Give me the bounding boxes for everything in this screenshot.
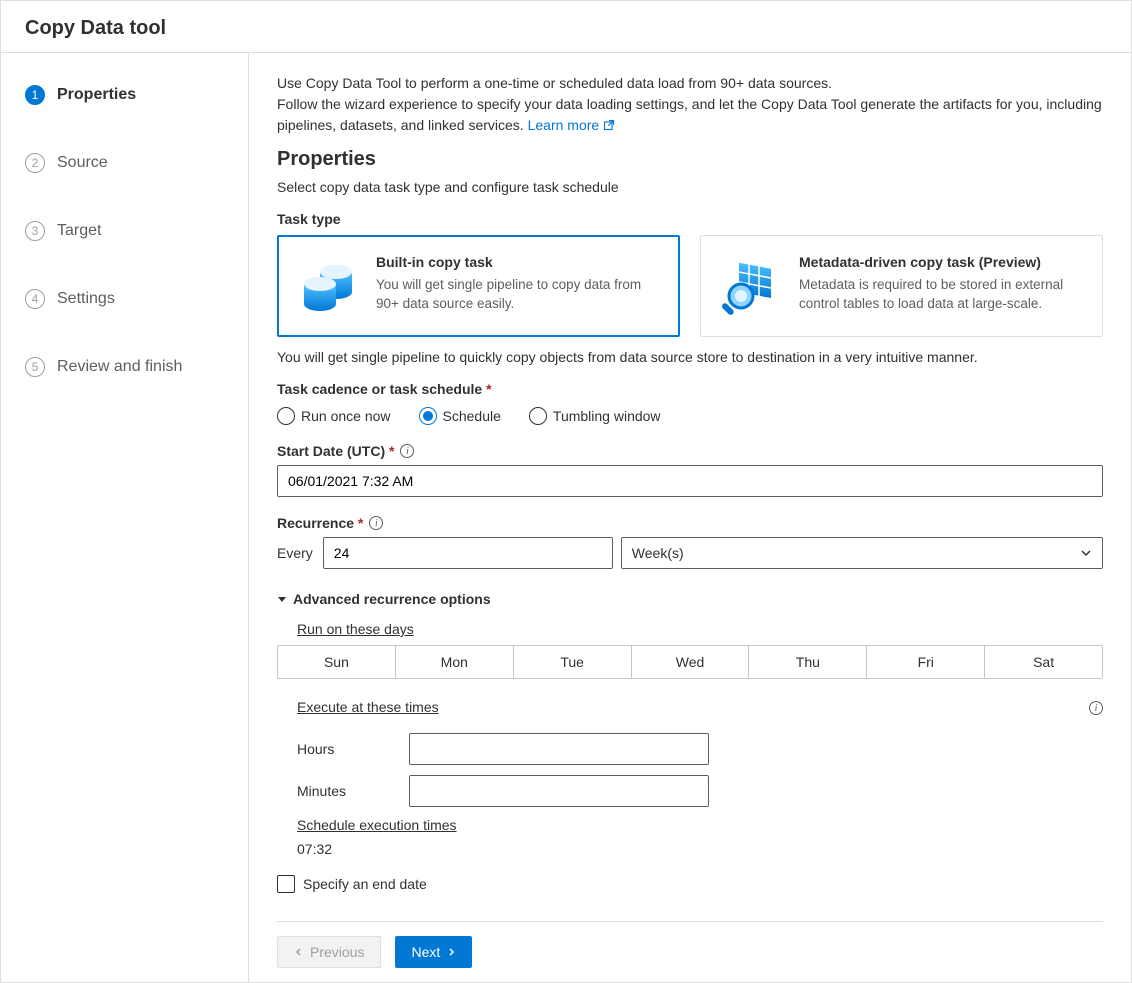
day-fri[interactable]: Fri xyxy=(867,646,985,678)
radio-schedule[interactable]: Schedule xyxy=(419,407,501,425)
end-date-checkbox-row[interactable]: Specify an end date xyxy=(277,875,1103,893)
card-desc: Metadata is required to be stored in ext… xyxy=(799,276,1084,314)
minutes-row: Minutes xyxy=(297,775,1103,807)
days-selector: Sun Mon Tue Wed Thu Fri Sat xyxy=(277,645,1103,679)
task-type-hint: You will get single pipeline to quickly … xyxy=(277,349,1103,365)
card-title: Built-in copy task xyxy=(376,254,661,270)
step-number-icon: 1 xyxy=(25,85,45,105)
next-button[interactable]: Next xyxy=(395,936,472,968)
titlebar: Copy Data tool xyxy=(1,1,1131,53)
advanced-label: Advanced recurrence options xyxy=(293,591,491,607)
wizard-steps-sidebar: 1 Properties 2 Source 3 Target 4 Setting… xyxy=(1,53,249,982)
radio-label: Schedule xyxy=(443,408,501,424)
cadence-label: Task cadence or task schedule xyxy=(277,381,1103,397)
chevron-right-icon xyxy=(446,947,456,957)
day-sun[interactable]: Sun xyxy=(278,646,396,678)
checkbox-icon xyxy=(277,875,295,893)
radio-run-once[interactable]: Run once now xyxy=(277,407,391,425)
step-number-icon: 2 xyxy=(25,153,45,173)
day-mon[interactable]: Mon xyxy=(396,646,514,678)
external-link-icon xyxy=(603,119,615,131)
card-builtin-copy[interactable]: Built-in copy task You will get single p… xyxy=(277,235,680,337)
cadence-radios: Run once now Schedule Tumbling window xyxy=(277,407,1103,425)
radio-icon xyxy=(277,407,295,425)
previous-button: Previous xyxy=(277,936,381,968)
table-search-icon xyxy=(719,254,783,318)
step-target[interactable]: 3 Target xyxy=(1,213,248,249)
info-icon[interactable]: i xyxy=(1089,701,1103,715)
step-number-icon: 3 xyxy=(25,221,45,241)
task-type-label: Task type xyxy=(277,211,1103,227)
radio-icon xyxy=(529,407,547,425)
run-days-heading: Run on these days xyxy=(297,621,1103,637)
recurrence-label: Recurrence i xyxy=(277,515,1103,531)
time-inputs: Hours Minutes xyxy=(297,733,1103,807)
recurrence-row: Every Week(s) xyxy=(277,537,1103,569)
hours-input[interactable] xyxy=(409,733,709,765)
minutes-input[interactable] xyxy=(409,775,709,807)
intro-line1: Use Copy Data Tool to perform a one-time… xyxy=(277,75,832,91)
card-body: Metadata-driven copy task (Preview) Meta… xyxy=(799,254,1084,318)
day-wed[interactable]: Wed xyxy=(632,646,750,678)
intro-line2: Follow the wizard experience to specify … xyxy=(277,96,1102,133)
info-icon[interactable]: i xyxy=(369,516,383,530)
step-label: Settings xyxy=(57,290,115,308)
radio-label: Run once now xyxy=(301,408,391,424)
step-settings[interactable]: 4 Settings xyxy=(1,281,248,317)
triangle-down-icon xyxy=(277,594,287,604)
unit-value: Week(s) xyxy=(632,545,684,561)
day-tue[interactable]: Tue xyxy=(514,646,632,678)
hours-label: Hours xyxy=(297,741,397,757)
step-number-icon: 5 xyxy=(25,357,45,377)
wizard-footer: Previous Next xyxy=(277,921,1103,982)
properties-heading: Properties xyxy=(277,148,1103,171)
minutes-label: Minutes xyxy=(297,783,397,799)
copy-data-tool-window: Copy Data tool 1 Properties 2 Source 3 T… xyxy=(0,0,1132,983)
end-date-label: Specify an end date xyxy=(303,876,427,892)
step-review[interactable]: 5 Review and finish xyxy=(1,349,248,385)
step-label: Review and finish xyxy=(57,358,182,376)
step-number-icon: 4 xyxy=(25,289,45,309)
properties-subheading: Select copy data task type and configure… xyxy=(277,179,1103,195)
next-label: Next xyxy=(411,944,440,960)
chevron-left-icon xyxy=(294,947,304,957)
radio-label: Tumbling window xyxy=(553,408,661,424)
card-desc: You will get single pipeline to copy dat… xyxy=(376,276,661,314)
learn-more-link[interactable]: Learn more xyxy=(528,117,615,133)
unit-select[interactable]: Week(s) xyxy=(621,537,1103,569)
step-properties[interactable]: 1 Properties xyxy=(1,77,248,113)
execute-times-row: Execute at these times i xyxy=(297,693,1103,723)
step-source[interactable]: 2 Source xyxy=(1,145,248,181)
window-title: Copy Data tool xyxy=(25,17,1107,40)
step-label: Target xyxy=(57,222,101,240)
learn-more-label: Learn more xyxy=(528,117,600,133)
schedule-times-heading: Schedule execution times xyxy=(297,817,1103,833)
schedule-times-section: Schedule execution times 07:32 xyxy=(297,817,1103,857)
info-icon[interactable]: i xyxy=(400,444,414,458)
radio-tumbling[interactable]: Tumbling window xyxy=(529,407,661,425)
radio-icon xyxy=(419,407,437,425)
card-metadata-copy[interactable]: Metadata-driven copy task (Preview) Meta… xyxy=(700,235,1103,337)
body: 1 Properties 2 Source 3 Target 4 Setting… xyxy=(1,53,1131,982)
every-label: Every xyxy=(277,545,313,561)
advanced-toggle[interactable]: Advanced recurrence options xyxy=(277,591,1103,607)
database-icon xyxy=(296,254,360,318)
card-title: Metadata-driven copy task (Preview) xyxy=(799,254,1084,270)
step-label: Source xyxy=(57,154,108,172)
start-date-label: Start Date (UTC) i xyxy=(277,443,1103,459)
card-body: Built-in copy task You will get single p… xyxy=(376,254,661,318)
prev-label: Previous xyxy=(310,944,364,960)
hours-row: Hours xyxy=(297,733,1103,765)
chevron-down-icon xyxy=(1080,547,1092,559)
main-panel: Use Copy Data Tool to perform a one-time… xyxy=(249,53,1131,982)
intro-text: Use Copy Data Tool to perform a one-time… xyxy=(277,73,1103,136)
start-date-input[interactable] xyxy=(277,465,1103,497)
day-thu[interactable]: Thu xyxy=(749,646,867,678)
every-input[interactable] xyxy=(323,537,613,569)
task-type-cards: Built-in copy task You will get single p… xyxy=(277,235,1103,337)
schedule-times-value: 07:32 xyxy=(297,841,1103,857)
execute-times-heading: Execute at these times xyxy=(297,699,439,715)
day-sat[interactable]: Sat xyxy=(985,646,1102,678)
step-label: Properties xyxy=(57,86,136,104)
